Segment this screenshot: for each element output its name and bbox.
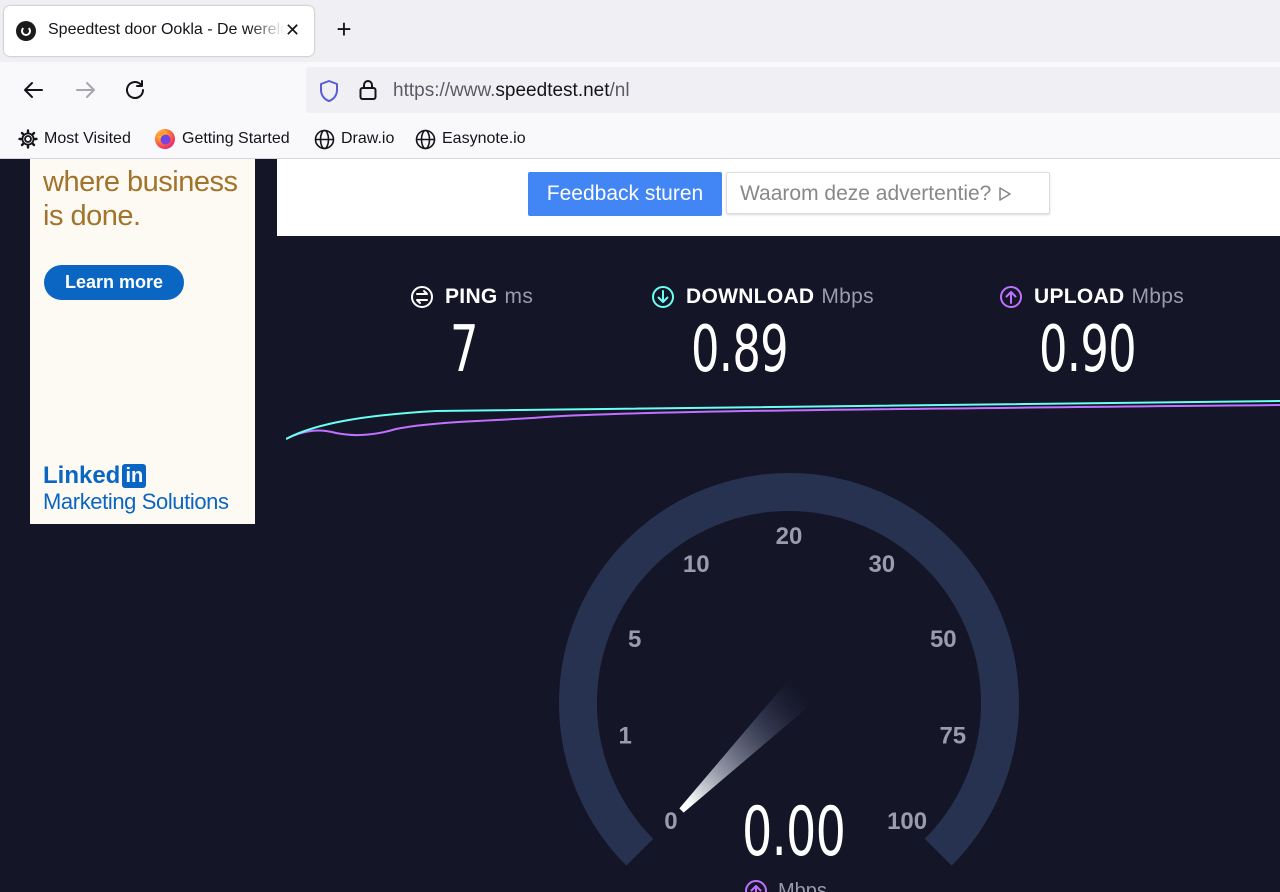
forward-button[interactable] (71, 76, 99, 104)
download-metric: DOWNLOAD Mbps 0.89 (651, 285, 874, 387)
tab-bar: Speedtest door Ookla - De wereldwijde sn… (0, 0, 1280, 62)
upload-arrow-icon (745, 880, 767, 892)
arrow-left-icon (24, 82, 43, 98)
gauge-unit-label: Mbps (744, 879, 827, 892)
upload-arrow-icon (1000, 286, 1022, 308)
learn-more-button[interactable]: Learn more (44, 265, 184, 300)
upload-label: UPLOAD (1034, 285, 1125, 308)
brand-marketing-solutions: Marketing Solutions (43, 489, 229, 514)
bookmark-getting-started[interactable]: Getting Started (154, 128, 290, 150)
ping-label: PING (445, 285, 498, 308)
speedtest-page: where business is done. Learn more Linke… (0, 159, 1280, 892)
bookmark-drawio[interactable]: Draw.io (314, 128, 394, 150)
url-bar[interactable]: https://www.speedtest.net/nl (306, 67, 1280, 113)
gauge-tick-100: 100 (887, 808, 927, 835)
gauge-tick-0: 0 (664, 808, 677, 835)
gear-icon (18, 129, 38, 149)
gauge-tick-75: 75 (939, 723, 966, 750)
url-prefix: https://www. (393, 80, 496, 101)
speed-graph (286, 400, 1280, 440)
bookmark-label: Easynote.io (442, 130, 526, 147)
why-this-ad-button[interactable]: Waarom deze advertentie? (726, 172, 1050, 214)
gauge-tick-10: 10 (683, 551, 710, 578)
gauge-unit: Mbps (778, 879, 827, 892)
speedtest-favicon-icon (16, 21, 36, 41)
linkedin-in-icon: in (122, 464, 147, 488)
lock-icon[interactable] (358, 78, 378, 102)
download-value: 0.89 (691, 313, 789, 387)
back-button[interactable] (20, 76, 48, 104)
download-unit: Mbps (821, 285, 874, 308)
bookmarks-toolbar: Most Visited Getting Started Draw.io Eas… (0, 120, 1280, 159)
brand-linked: Linked (43, 462, 121, 489)
gauge-tick-20: 20 (776, 523, 803, 550)
upload-unit: Mbps (1131, 285, 1185, 308)
download-arrow-icon (652, 286, 674, 308)
adchoices-play-icon (999, 187, 1012, 202)
gauge-tick-5: 5 (628, 626, 641, 653)
ad-tagline: where business is done. (43, 166, 238, 232)
url-path: /nl (609, 80, 630, 101)
gauge-tick-1: 1 (619, 723, 632, 750)
bookmark-label: Draw.io (341, 130, 395, 147)
globe-icon (314, 129, 335, 149)
upload-value: 0.90 (1039, 313, 1137, 387)
reload-icon (126, 80, 144, 99)
globe-icon (415, 129, 436, 149)
reload-button[interactable] (121, 76, 149, 104)
gauge-tick-50: 50 (930, 626, 957, 653)
ad-banner-top: Feedback sturen Waarom deze advertentie? (277, 159, 1280, 236)
arrow-right-icon (76, 82, 95, 98)
gauge-tick-30: 30 (868, 551, 895, 578)
tab-title: Speedtest door Ookla - De wereldwijde sn… (48, 21, 284, 38)
linkedin-logo: Linked in Marketing Solutions (43, 463, 229, 515)
bookmark-most-visited[interactable]: Most Visited (18, 128, 131, 150)
bookmark-label: Getting Started (182, 130, 290, 147)
download-label: DOWNLOAD (686, 285, 815, 308)
bookmark-easynote[interactable]: Easynote.io (415, 128, 526, 150)
url-domain: speedtest.net (495, 80, 610, 101)
ping-metric: PING ms 7 (410, 285, 534, 387)
upload-metric: UPLOAD Mbps 0.90 (999, 285, 1185, 387)
bookmark-label: Most Visited (44, 130, 131, 147)
ping-value: 7 (450, 313, 478, 387)
why-this-ad-label: Waarom deze advertentie? (740, 182, 992, 205)
new-tab-button[interactable]: + (331, 16, 357, 42)
tracking-protection-shield-icon[interactable] (318, 79, 340, 103)
tab-speedtest[interactable]: Speedtest door Ookla - De wereldwijde sn… (4, 6, 314, 56)
ping-icon (411, 286, 433, 308)
firefox-icon (155, 129, 175, 149)
linkedin-ad[interactable]: where business is done. Learn more Linke… (30, 159, 255, 524)
ping-unit: ms (504, 285, 534, 308)
feedback-button[interactable]: Feedback sturen (528, 172, 722, 216)
close-tab-icon[interactable]: ✕ (285, 20, 300, 40)
navigation-bar: https://www.speedtest.net/nl (0, 62, 1280, 120)
url-text[interactable]: https://www.speedtest.net/nl (393, 80, 630, 102)
gauge-value: 0.00 (742, 793, 846, 872)
